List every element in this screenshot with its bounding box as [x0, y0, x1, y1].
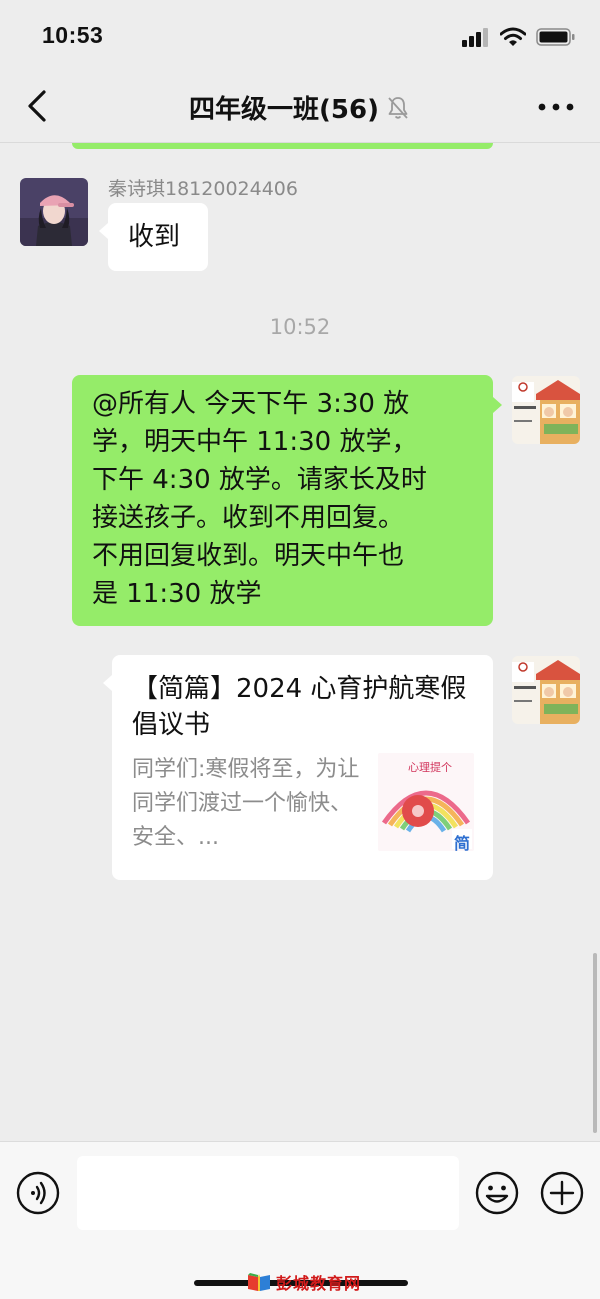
emoji-icon[interactable]	[475, 1171, 519, 1215]
message-line: 学，明天中午 11:30 放学，	[92, 427, 418, 457]
scrollbar-thumb[interactable]	[593, 953, 597, 1133]
message-line: 是 11:30 放学	[92, 579, 262, 609]
wifi-icon	[500, 27, 526, 46]
link-card-title: 【简篇】2024 心育护航寒假倡议书	[132, 674, 467, 740]
watermark: 彭城教育网	[246, 1270, 361, 1294]
message-text-input[interactable]	[77, 1156, 459, 1230]
message-text: @所有人 今天下午 3:30 放 学，明天中午 11:30 放学， 下午 4:3…	[92, 385, 482, 613]
status-time: 10:53	[42, 22, 104, 48]
status-bar: 10:53	[0, 0, 600, 72]
thumbnail-badge: 简	[454, 834, 471, 851]
svg-text:心理提个: 心理提个	[408, 761, 452, 774]
more-options-icon[interactable]	[536, 92, 576, 122]
previous-message-bubble[interactable]	[72, 143, 493, 149]
message-line: 下午 4:30 放学。请家长及时	[92, 465, 427, 495]
message-line: @所有人 今天下午 3:30 放	[92, 389, 410, 419]
link-card-thumbnail: 心理提个 简	[378, 753, 474, 851]
link-card-description: 同学们:寒假将至，为让同学们渡过一个愉快、安全、...	[132, 757, 360, 850]
bottom-safe-area: 彭城教育网	[0, 1242, 600, 1299]
sender-avatar[interactable]	[20, 178, 88, 246]
cellular-signal-icon	[462, 28, 488, 47]
message-line: 不用回复收到。明天中午也	[92, 541, 405, 571]
watermark-text: 彭城教育网	[276, 1274, 362, 1293]
add-attachment-icon[interactable]	[540, 1171, 584, 1215]
message-bubble-sent[interactable]: @所有人 今天下午 3:30 放 学，明天中午 11:30 放学， 下午 4:3…	[72, 375, 502, 626]
my-avatar[interactable]	[512, 376, 580, 444]
message-input-bar	[0, 1141, 600, 1242]
chat-header: 四年级一班(56)	[0, 72, 600, 143]
message-bubble-received[interactable]: 收到	[99, 203, 208, 271]
message-timestamp: 10:52	[269, 315, 331, 339]
message-text: 收到	[128, 222, 181, 252]
link-card-message[interactable]: 【简篇】2024 心育护航寒假倡议书 同学们:寒假将至，为让同学们渡过一个愉快、…	[103, 655, 493, 880]
my-avatar[interactable]	[512, 656, 580, 724]
mute-bell-icon	[388, 96, 408, 119]
chat-title: 四年级一班(56)	[0, 89, 600, 126]
sender-name: 秦诗琪18120024406	[108, 178, 298, 200]
voice-input-icon[interactable]	[16, 1171, 60, 1215]
group-name: 四年级一班(56)	[189, 95, 379, 125]
status-icons	[462, 26, 576, 48]
battery-icon	[536, 28, 575, 46]
book-logo-icon	[248, 1273, 270, 1291]
chat-message-list[interactable]: 秦诗琪18120024406 收到 10:52 @所有人 今天下午 3:30 放…	[0, 143, 600, 1140]
message-line: 接送孩子。收到不用回复。	[92, 503, 405, 533]
